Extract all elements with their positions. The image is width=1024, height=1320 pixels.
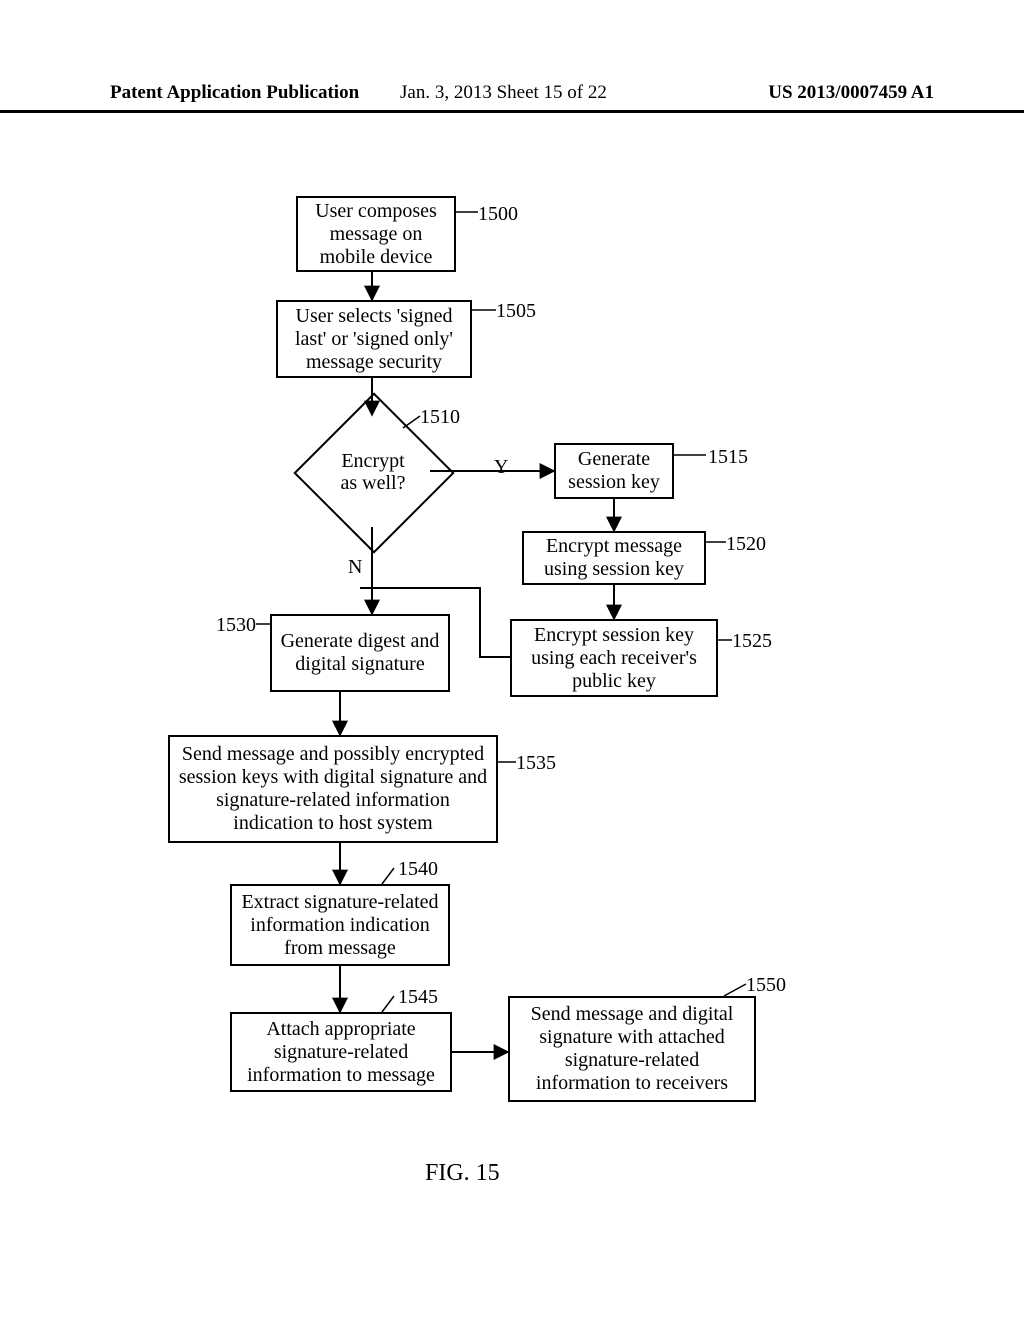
ref-1510: 1510 [420, 406, 460, 429]
ref-1530: 1530 [216, 614, 256, 637]
node-1505: User selects 'signed last' or 'signed on… [276, 300, 472, 378]
node-1550: Send message and digital signature with … [508, 996, 756, 1102]
edge-label-n: N [348, 556, 362, 579]
page-header: Patent Application Publication Jan. 3, 2… [0, 80, 1024, 113]
node-1525: Encrypt session key using each receiver'… [510, 619, 718, 697]
figure-caption: FIG. 15 [425, 1160, 500, 1187]
node-1530: Generate digest and digital signature [270, 614, 450, 692]
node-1500: User composes message on mobile device [296, 196, 456, 272]
ref-1520: 1520 [726, 533, 766, 556]
node-1535: Send message and possibly encrypted sess… [168, 735, 498, 843]
node-1520: Encrypt message using session key [522, 531, 706, 585]
node-1515: Generate session key [554, 443, 674, 499]
node-1545: Attach appropriate signature-related inf… [230, 1012, 452, 1092]
page: Patent Application Publication Jan. 3, 2… [0, 0, 1024, 1320]
edge-label-y: Y [494, 456, 508, 479]
ref-1525: 1525 [732, 630, 772, 653]
ref-1545: 1545 [398, 986, 438, 1009]
ref-1550: 1550 [746, 974, 786, 997]
header-mid: Jan. 3, 2013 Sheet 15 of 22 [400, 82, 607, 104]
ref-1500: 1500 [478, 203, 518, 226]
header-right: US 2013/0007459 A1 [768, 82, 934, 104]
node-1510-text: Encrypt as well? [332, 450, 414, 494]
node-1540: Extract signature-related information in… [230, 884, 450, 966]
header-left: Patent Application Publication [110, 82, 359, 104]
ref-1540: 1540 [398, 858, 438, 881]
ref-1505: 1505 [496, 300, 536, 323]
ref-1515: 1515 [708, 446, 748, 469]
ref-1535: 1535 [516, 752, 556, 775]
